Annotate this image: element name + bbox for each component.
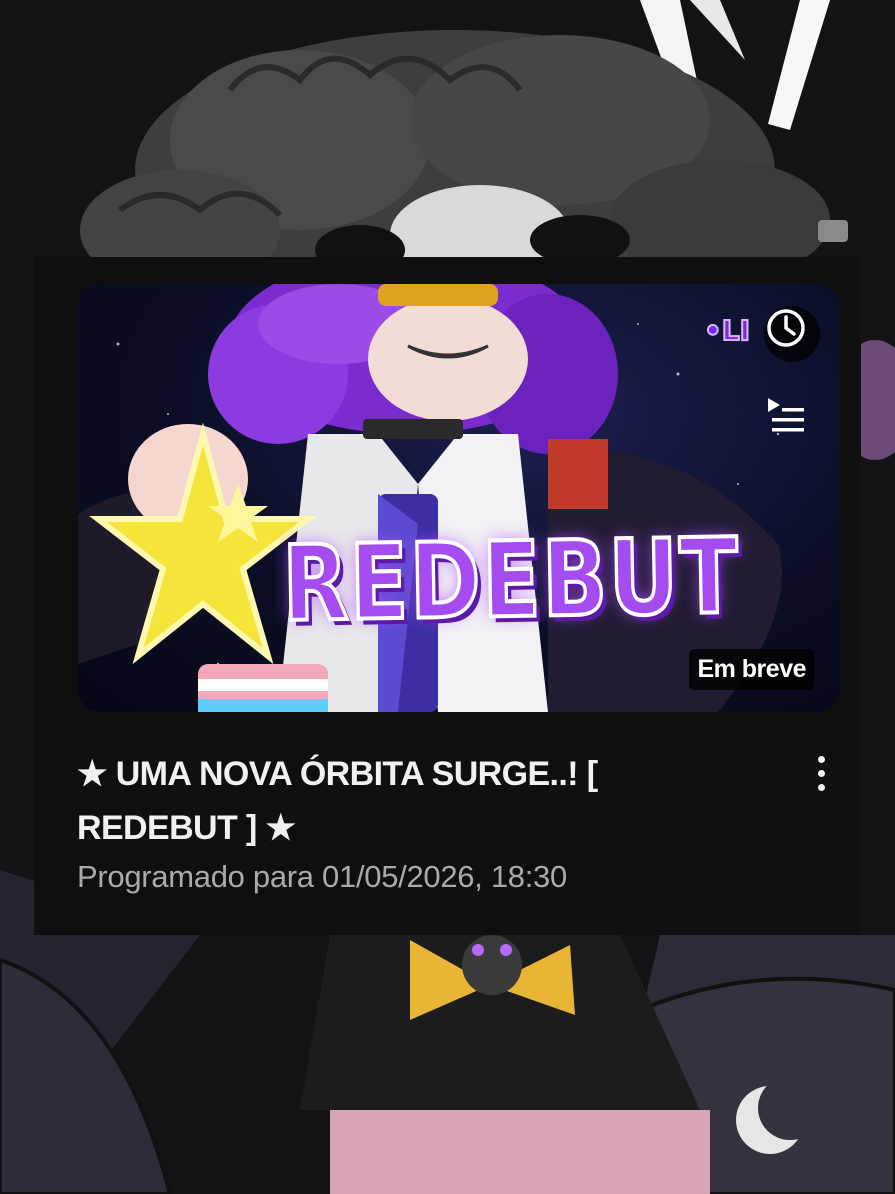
live-badge: •LI bbox=[703, 313, 751, 348]
more-vert-icon bbox=[817, 755, 825, 763]
more-options-button[interactable] bbox=[806, 747, 836, 799]
video-title[interactable]: ★ UMA NOVA ÓRBITA SURGE..! [ REDEBUT ] ★ bbox=[77, 747, 717, 855]
video-card[interactable]: REDEBUT •LI Em breve ★ UMA NOVA ÓRBITA S… bbox=[34, 257, 861, 935]
add-to-queue-button[interactable] bbox=[766, 396, 818, 440]
watch-later-button[interactable] bbox=[764, 306, 820, 362]
add-to-queue-icon bbox=[768, 398, 804, 432]
thumbnail-artwork bbox=[78, 284, 782, 712]
clock-icon bbox=[767, 309, 805, 347]
status-badge: Em breve bbox=[689, 649, 814, 690]
thumbnail-title-text: REDEBUT bbox=[280, 513, 743, 647]
more-vert-icon-dot bbox=[817, 769, 825, 777]
more-vert-icon-dot bbox=[817, 783, 825, 791]
video-schedule-text: Programado para 01/05/2026, 18:30 bbox=[77, 859, 567, 894]
video-thumbnail[interactable]: REDEBUT •LI Em breve bbox=[78, 284, 840, 712]
